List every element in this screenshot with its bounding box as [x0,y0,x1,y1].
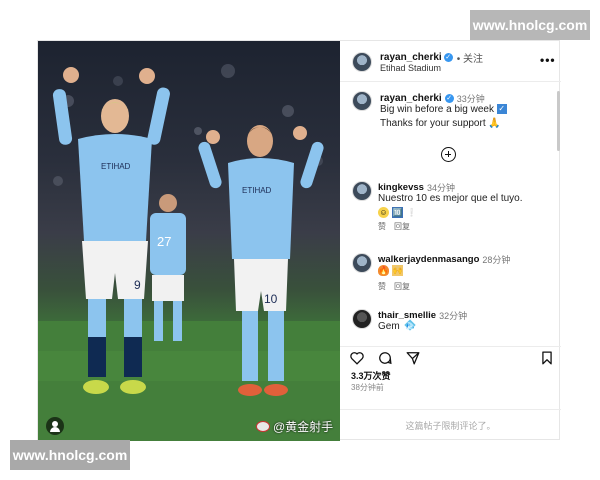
post-header: rayan_cherki ✓ • 关注 Etihad Stadium ••• [340,41,561,82]
caption-line2: Thanks for your support 🙏 [380,118,501,129]
save-bookmark-icon[interactable] [540,351,554,365]
exclamation-emoji-icon: ❕ [406,208,417,217]
right-sponsor: ETIHAD [242,186,272,195]
watermark-top: www.hnolcg.com [470,10,590,40]
caption-avatar[interactable] [352,91,372,111]
header-username[interactable]: rayan_cherki [380,52,442,63]
comment-avatar[interactable] [352,181,372,201]
comment-item: thair_smellie 32分钟 Gem 💎 [340,309,555,339]
bg-player-number: 27 [157,234,171,249]
like-comment-button[interactable]: 赞 [378,221,386,232]
instagram-post: 27 ETIHAD 9 ETIHAD 10 @黄金射手 rayan_cherki… [37,40,561,441]
comment-actions: 赞 回复 [378,281,410,292]
comment-emojis: ☺ 🔟 ❕ [378,207,417,218]
follow-button[interactable]: • 关注 [457,50,483,65]
watermark-bottom: www.hnolcg.com [10,440,130,470]
gem-emoji-icon: 💎 [403,319,417,334]
weibo-icon [256,421,270,432]
like-count[interactable]: 3.3万次赞 [351,369,391,382]
comment-text: Gem 💎 [378,319,417,334]
post-age: 38分钟前 [351,383,384,392]
comment-username[interactable]: thair_smellie [378,310,436,321]
author-avatar[interactable] [352,52,372,72]
smile-emoji-icon: ☺ [378,207,389,218]
check-emoji-icon: ✓ [496,104,507,115]
comment-item: walkerjaydenmasango 28分钟 🔥 🙌 赞 回复 [340,253,555,293]
post-photo: 27 ETIHAD 9 ETIHAD 10 @黄金射手 [38,41,340,441]
comment-bubble-icon[interactable] [378,351,392,365]
more-options-icon[interactable]: ••• [540,53,556,67]
comment-text-value: Gem [378,321,400,332]
caption-verified-icon: ✓ [444,94,454,103]
reply-comment-button[interactable]: 回复 [394,221,410,232]
left-player-number: 9 [134,278,141,292]
load-more-comments-icon[interactable] [441,147,456,162]
comments-scrollbar[interactable] [557,91,560,151]
verified-icon: ✓ [443,53,453,62]
like-heart-icon[interactable] [350,351,364,365]
comments-disabled-notice: 这篇帖子限制评论了。 [340,409,561,441]
caption-text: Big win before a big week ✓ Thanks for y… [380,103,555,131]
share-send-icon[interactable] [406,351,420,365]
left-sponsor: ETIHAD [101,162,131,171]
comment-username[interactable]: walkerjaydenmasango [378,254,479,265]
screenshot-page: 27 ETIHAD 9 ETIHAD 10 @黄金射手 rayan_cherki… [0,0,600,480]
comment-text: Nuestro 10 es mejor que el tuyo. [378,193,523,204]
comment-time: 32分钟 [439,311,468,321]
comment-item: kingkevss 34分钟 Nuestro 10 es mejor que e… [340,181,555,231]
tag-user-icon[interactable] [46,417,64,435]
comment-emojis: 🔥 🙌 [378,265,403,276]
location-link[interactable]: Etihad Stadium [380,63,441,73]
right-player-number: 10 [264,292,278,306]
background-player: 27 [150,194,186,341]
comment-avatar[interactable] [352,309,372,329]
weibo-credit-text: @黄金射手 [273,420,334,434]
comment-avatar[interactable] [352,253,372,273]
keycap-10-emoji-icon: 🔟 [392,207,403,218]
comment-time: 28分钟 [482,255,511,265]
comment-username[interactable]: kingkevss [378,182,424,193]
comment-actions: 赞 回复 [378,221,410,232]
caption-line1: Big win before a big week [380,104,494,115]
reply-comment-button[interactable]: 回复 [394,281,410,292]
players-illustration: 27 ETIHAD 9 ETIHAD 10 [38,64,340,441]
fire-emoji-icon: 🔥 [378,265,389,276]
post-action-bar [340,346,561,366]
like-comment-button[interactable]: 赞 [378,281,386,292]
post-side-panel: rayan_cherki ✓ • 关注 Etihad Stadium ••• r… [340,41,561,441]
weibo-credit: @黄金射手 [256,418,333,435]
raised-hands-emoji-icon: 🙌 [392,265,403,276]
